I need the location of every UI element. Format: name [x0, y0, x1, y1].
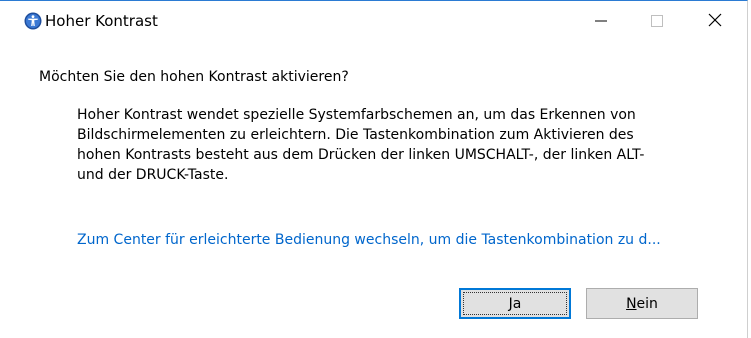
- ease-of-access-center-link[interactable]: Zum Center für erleichterte Bedienung we…: [77, 232, 661, 248]
- title-bar[interactable]: Hoher Kontrast: [0, 1, 747, 41]
- close-button[interactable]: [692, 1, 738, 41]
- yes-button[interactable]: Ja: [459, 288, 571, 319]
- ease-of-access-icon: [24, 12, 42, 30]
- no-label-rest: ein: [636, 295, 658, 312]
- dialog-description: Hoher Kontrast wendet spezielle Systemfa…: [77, 105, 737, 185]
- maximize-button: [634, 1, 680, 41]
- focus-rectangle: [463, 292, 567, 315]
- window-title: Hoher Kontrast: [45, 12, 158, 30]
- maximize-icon: [651, 12, 663, 31]
- description-line: hohen Kontrasts besteht aus dem Drücken …: [77, 147, 645, 163]
- description-line: Bildschirmelementen zu erleichtern. Die …: [77, 127, 634, 143]
- no-button-label: Nein: [626, 296, 658, 312]
- high-contrast-dialog: Hoher Kontrast Möchten Sie den hohen Kon…: [0, 0, 748, 338]
- dialog-question: Möchten Sie den hohen Kontrast aktiviere…: [39, 69, 349, 85]
- no-mnemonic: N: [626, 295, 637, 312]
- minimize-icon: [595, 12, 607, 31]
- minimize-button[interactable]: [578, 1, 624, 41]
- description-line: Hoher Kontrast wendet spezielle Systemfa…: [77, 107, 636, 123]
- description-line: und der DRUCK-Taste.: [77, 167, 229, 183]
- close-icon: [708, 12, 722, 31]
- no-button[interactable]: Nein: [586, 288, 698, 319]
